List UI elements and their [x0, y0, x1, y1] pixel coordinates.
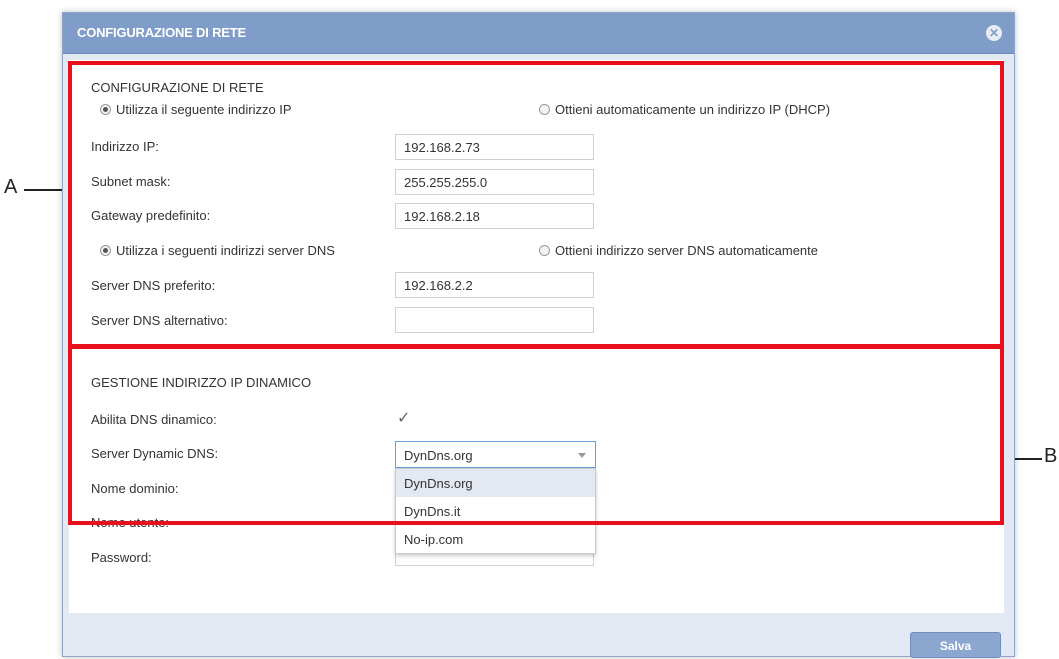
password-label: Password: [91, 550, 152, 565]
dialog-title: CONFIGURAZIONE DI RETE [77, 25, 246, 40]
annotation-label-a: A [4, 176, 18, 198]
dialog-footer: Salva [63, 623, 1014, 658]
highlight-box-a [68, 61, 1004, 348]
dropdown-option-no-ip[interactable]: No-ip.com [396, 525, 595, 553]
dialog-titlebar: CONFIGURAZIONE DI RETE ✕ [63, 13, 1014, 54]
save-button[interactable]: Salva [910, 632, 1001, 658]
annotation-label-b: B [1044, 445, 1058, 467]
highlight-box-b [68, 345, 1004, 525]
close-icon[interactable]: ✕ [986, 25, 1002, 41]
